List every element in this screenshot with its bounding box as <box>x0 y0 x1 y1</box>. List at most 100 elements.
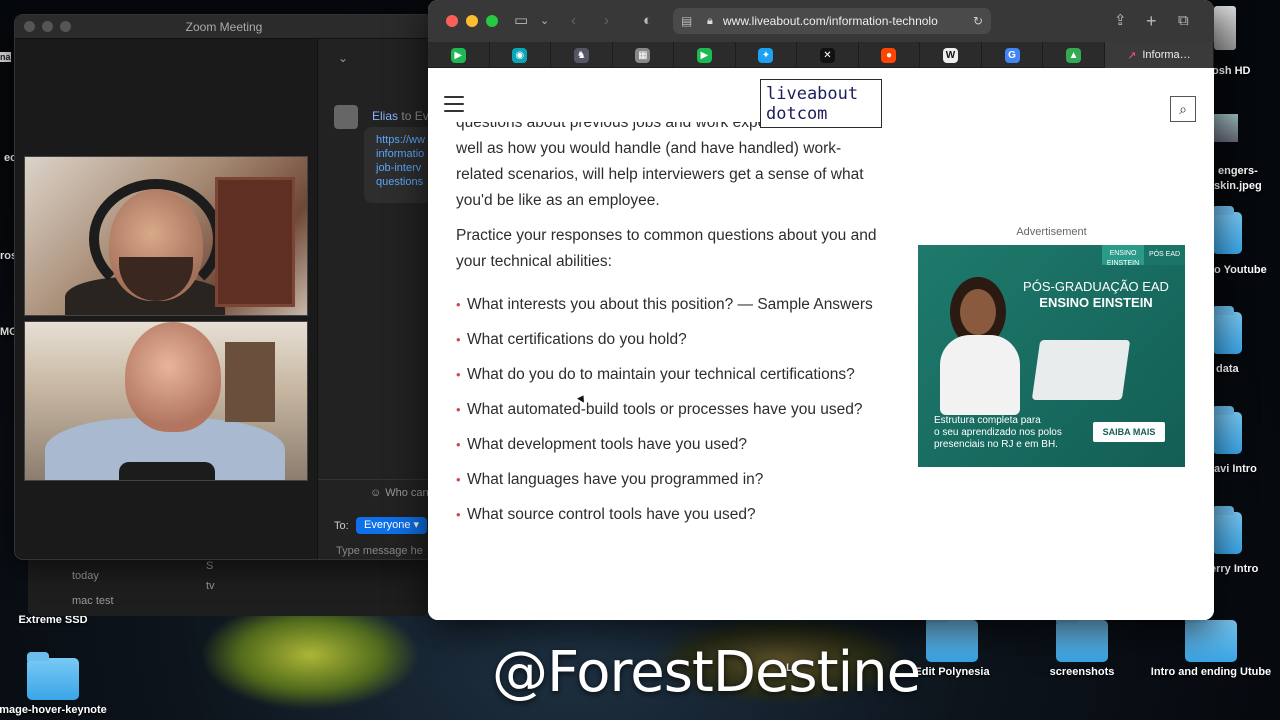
finder-row[interactable]: mac test <box>72 595 114 607</box>
reload-icon[interactable]: ↻ <box>973 8 983 34</box>
desktop-partial-label: na <box>0 52 11 62</box>
tab-drive[interactable]: ▲ <box>1043 42 1105 68</box>
desktop-partial-label: engers- <box>1218 165 1258 177</box>
ad-headline: PÓS-GRADUAÇÃO EAD ENSINO EINSTEIN <box>1016 279 1176 311</box>
desktop-item-label: screenshots <box>1049 666 1115 678</box>
close-button[interactable] <box>446 15 458 27</box>
saiba-mais-button[interactable]: SAIBA MAIS <box>1093 422 1165 442</box>
back-icon[interactable]: ‹ <box>571 11 576 31</box>
x-box-icon: ✕ <box>819 47 835 63</box>
tab-google[interactable]: G <box>982 42 1044 68</box>
tab-x-box[interactable]: ✕ <box>797 42 859 68</box>
ad-brand-tag: ENSINO EINSTEIN <box>1102 245 1144 267</box>
chat-message-input[interactable]: Type message he <box>336 545 423 557</box>
chevron-down-icon[interactable]: ⌄ <box>540 11 549 31</box>
finder-row[interactable]: S <box>206 560 213 572</box>
tab-shield-bird[interactable]: ♞ <box>551 42 613 68</box>
caret-down-icon: ▾ <box>413 519 420 531</box>
tab-green-play[interactable]: ▶ <box>674 42 736 68</box>
minimize-button[interactable] <box>466 15 478 27</box>
tab-wikipedia[interactable]: W <box>920 42 982 68</box>
chat-sender: Elias to Eve <box>372 109 433 123</box>
video-tile-participant-2[interactable] <box>24 321 308 481</box>
desktop-folder-intro-ending[interactable]: Intro and ending Utube <box>1146 614 1276 678</box>
page-icon: ▤ <box>681 14 693 28</box>
list-item: What source control tools have you used? <box>456 502 886 528</box>
ad-headline-line: PÓS-GRADUAÇÃO EAD <box>1023 279 1169 294</box>
doorway-background <box>225 342 275 422</box>
folder-icon <box>1212 406 1242 454</box>
desktop-partial-label: erry Intro <box>1210 563 1259 575</box>
tab-reader[interactable]: ▦ <box>613 42 675 68</box>
privacy-shield-icon[interactable]: ◐ <box>643 11 652 31</box>
list-item[interactable]: What interests you about this position? … <box>456 292 886 318</box>
web-page: liveabout dotcom ⌕ questions about previ… <box>428 68 1214 620</box>
finder-window: today mac test S tv <box>28 558 428 616</box>
site-logo[interactable]: liveabout dotcom <box>760 79 882 128</box>
lock-icon: 🔒︎ <box>707 15 713 27</box>
participant-face <box>125 322 221 432</box>
new-tab-icon[interactable]: + <box>1146 11 1157 31</box>
recipient-dropdown[interactable]: Everyone ▾ <box>356 517 428 534</box>
search-button[interactable]: ⌕ <box>1170 96 1196 122</box>
zoom-titlebar[interactable]: Zoom Meeting <box>15 15 433 39</box>
finder-row[interactable]: today <box>72 570 99 582</box>
paragraph: Practice your responses to common questi… <box>456 227 877 270</box>
chevron-down-icon[interactable]: ⌄ <box>338 51 348 65</box>
desktop-partial-label: data <box>1216 363 1239 375</box>
tab-reddit[interactable]: ● <box>859 42 921 68</box>
question-list: What interests you about this position? … <box>456 292 886 528</box>
advertisement-banner[interactable]: ENSINO EINSTEIN PÓS EAD PÓS-GRADUAÇÃO EA… <box>918 245 1185 467</box>
who-can-see-bar[interactable]: ☺ Who can <box>318 479 433 507</box>
desktop-item-label: Intro and ending Utube <box>1150 666 1272 678</box>
avatar <box>334 105 358 129</box>
desktop-partial-label: avi Intro <box>1214 463 1257 475</box>
ad-person-image <box>940 277 1020 427</box>
desktop-folder-screenshots[interactable]: screenshots <box>1017 614 1147 678</box>
shield-bird-icon: ♞ <box>573 47 589 63</box>
coat <box>940 335 1020 415</box>
sender-name: Elias <box>372 109 399 123</box>
folder-icon <box>1212 306 1242 354</box>
list-item: What automated-build tools or processes … <box>456 397 886 423</box>
tab-twitter[interactable]: ✦ <box>736 42 798 68</box>
tab-active[interactable]: ↗ Informa… <box>1104 42 1214 68</box>
chat-panel: ⌄ Elias to Eve https://ww informatio job… <box>317 39 433 559</box>
share-icon[interactable]: ⇪ <box>1114 11 1127 31</box>
recipient-value: Everyone <box>364 519 411 531</box>
active-tab-title: Informa… <box>1142 49 1191 61</box>
list-item: What development tools have you used? <box>456 432 886 458</box>
chat-link-line[interactable]: informatio <box>376 147 433 161</box>
laptop-image <box>1031 340 1131 400</box>
sidebar-icon[interactable]: ▭ <box>514 11 528 31</box>
to-label: To: <box>334 520 349 532</box>
desktop-partial-label: osh HD <box>1212 65 1251 77</box>
ad-copy: Estrutura completa para o seu aprendizad… <box>934 415 1062 451</box>
finder-row[interactable]: tv <box>206 580 215 592</box>
chat-message: https://ww informatio job-interv questio… <box>364 127 433 203</box>
article-body: questions about previous jobs and work e… <box>456 122 886 537</box>
zoom-window: Zoom Meeting ⌄ Elias to Eve https://ww i… <box>14 14 434 560</box>
menu-icon[interactable] <box>444 96 464 112</box>
green-play-icon: ▶ <box>696 47 712 63</box>
tab-teal-circle[interactable]: ◉ <box>490 42 552 68</box>
chat-link-line[interactable]: https://ww <box>376 133 433 147</box>
desktop-partial-label: o Youtube <box>1214 264 1267 276</box>
video-tile-participant-1[interactable] <box>24 156 308 316</box>
image-thumbnail-icon <box>1214 114 1238 142</box>
tab-overview-icon[interactable]: ⧉ <box>1178 11 1189 31</box>
address-bar[interactable]: ▤ 🔒︎ www.liveabout.com/information-techn… <box>673 8 991 34</box>
chat-link-line[interactable]: questions <box>376 175 433 189</box>
forward-icon[interactable]: › <box>604 11 609 31</box>
tab-green-play[interactable]: ▶ <box>428 42 490 68</box>
twitter-icon: ✦ <box>758 47 774 63</box>
desktop-folder-image-hover-keynote[interactable]: mage-hover-keynote <box>0 652 118 716</box>
tab-bar: ▶ ◉ ♞ ▦ ▶ ✦ ✕ ● W G ▲ ↗ Informa… <box>428 42 1214 68</box>
url-text: www.liveabout.com/information-technolo <box>723 14 938 28</box>
drive-icon: ▲ <box>1066 47 1082 63</box>
folder-icon <box>1185 614 1237 662</box>
chat-link-line[interactable]: job-interv <box>376 161 433 175</box>
zoom-button[interactable] <box>486 15 498 27</box>
logo-line-1: liveabout <box>766 84 859 104</box>
folder-icon <box>1212 206 1242 254</box>
